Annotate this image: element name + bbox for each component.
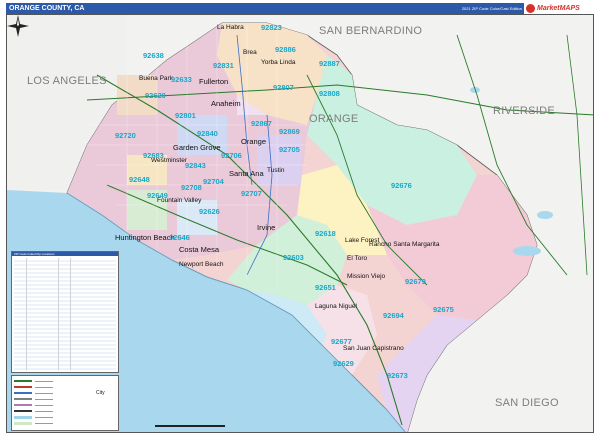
city-label-brea: Brea — [243, 49, 257, 56]
city-label-irvine: Irvine — [257, 223, 276, 232]
map-key: City — [11, 375, 119, 431]
key-row-zip-boundary — [14, 403, 53, 407]
zip-label-92808: 92808 — [319, 89, 340, 98]
zip-label-92843: 92843 — [185, 161, 206, 170]
zip-label-92677: 92677 — [331, 337, 352, 346]
zip-index-rows — [14, 258, 116, 370]
city-label-buena-park: Buena Park — [139, 75, 173, 82]
zip-label-92840: 92840 — [197, 129, 218, 138]
zip-label-92707: 92707 — [241, 189, 262, 198]
city-label-san-juan-capistrano: San Juan Capistrano — [343, 345, 404, 352]
city-label-tustin: Tustin — [267, 167, 285, 174]
zip-label-92679: 92679 — [405, 277, 426, 286]
zip-label-92673: 92673 — [387, 371, 408, 380]
region-label-riverside: RIVERSIDE — [493, 105, 555, 117]
city-label-el-toro: El Toro — [347, 255, 368, 262]
region-label-san-diego: SAN DIEGO — [495, 397, 559, 409]
zip-label-92706: 92706 — [221, 151, 242, 160]
city-label-yorba-linda: Yorba Linda — [261, 59, 296, 66]
city-label-garden-grove: Garden Grove — [173, 143, 221, 152]
region-label-orange: ORANGE — [309, 113, 359, 125]
zip-label-92886: 92886 — [275, 45, 296, 54]
zip-index-table: ZIP Code Index/City Locations — [11, 251, 119, 373]
zip-label-92638: 92638 — [143, 51, 164, 60]
highway-i215 — [566, 34, 588, 276]
region-label-los-angeles: LOS ANGELES — [27, 75, 107, 87]
city-label-mission-viejo: Mission Viejo — [347, 273, 386, 280]
zip-label-92720: 92720 — [115, 131, 136, 140]
key-row-county-boundary — [14, 409, 53, 413]
city-label-santa-ana: Santa Ana — [229, 169, 264, 178]
zip-label-92651: 92651 — [315, 283, 336, 292]
brand-logo-text: MarketMAPS — [537, 4, 580, 12]
zip-label-92683: 92683 — [143, 151, 164, 160]
compass-rose-icon — [7, 15, 29, 37]
zip-label-92823: 92823 — [261, 23, 282, 32]
zip-label-92629: 92629 — [333, 359, 354, 368]
zip-label-92648: 92648 — [129, 175, 150, 184]
zip-label-92626: 92626 — [199, 207, 220, 216]
zip-label-92646: 92646 — [169, 233, 190, 242]
zip-label-92807: 92807 — [273, 83, 294, 92]
zip-label-92676: 92676 — [391, 181, 412, 190]
zip-label-92867: 92867 — [251, 119, 272, 128]
city-label-rancho-santa-margarita: Rancho Santa Margarita — [369, 241, 440, 248]
zip-label-92708: 92708 — [181, 183, 202, 192]
zip-label-92618: 92618 — [315, 229, 336, 238]
zip-label-92603: 92603 — [283, 253, 304, 262]
brand-logo-icon — [526, 3, 535, 13]
scale-bar — [155, 425, 225, 427]
zip-label-92704: 92704 — [203, 177, 224, 186]
zip-label-92831: 92831 — [213, 61, 234, 70]
key-row-interstate — [14, 379, 53, 383]
key-row-water — [14, 415, 53, 419]
key-city-label: City — [96, 390, 105, 396]
zip-label-92801: 92801 — [175, 111, 196, 120]
map-title: ORANGE COUNTY, CA — [9, 5, 85, 12]
zip-label-92705: 92705 — [279, 145, 300, 154]
city-label-orange: Orange — [241, 137, 267, 146]
city-label-huntington-beach: Huntington Beach — [115, 233, 175, 242]
city-label-anaheim: Anaheim — [211, 99, 241, 108]
city-label-laguna-niguel: Laguna Niguel — [315, 303, 357, 310]
key-row-primary-road — [14, 397, 53, 401]
zip-label-92869: 92869 — [279, 127, 300, 136]
zip-label-92649: 92649 — [147, 191, 168, 200]
city-label-fullerton: Fullerton — [199, 77, 229, 86]
city-label-la-habra: La Habra — [217, 24, 244, 31]
city-label-costa-mesa: Costa Mesa — [179, 245, 220, 254]
zip-label-92633: 92633 — [171, 75, 192, 84]
zip-label-92675: 92675 — [433, 305, 454, 314]
map-title-bar: ORANGE COUNTY, CA 2021 ZIP Code Color/Ca… — [6, 2, 594, 14]
zip-index-header: ZIP Code Index/City Locations — [12, 252, 118, 256]
city-label-newport-beach: Newport Beach — [179, 261, 224, 268]
zip-label-92887: 92887 — [319, 59, 340, 68]
lake-mathews — [537, 211, 553, 219]
lake-elsinore — [513, 246, 541, 256]
brand-logo: MarketMAPS — [524, 2, 594, 14]
zip-label-92620: 92620 — [145, 91, 166, 100]
key-row-parks — [14, 421, 53, 425]
key-row-us-highway — [14, 385, 53, 389]
map-edition: 2021 ZIP Code Color/Cast Edition — [461, 6, 522, 11]
map-canvas[interactable]: SAN BERNARDINO LOS ANGELES RIVERSIDE ORA… — [6, 14, 594, 433]
zip-label-92694: 92694 — [383, 311, 404, 320]
key-row-state-highway — [14, 391, 53, 395]
region-label-san-bernardino: SAN BERNARDINO — [319, 25, 423, 37]
